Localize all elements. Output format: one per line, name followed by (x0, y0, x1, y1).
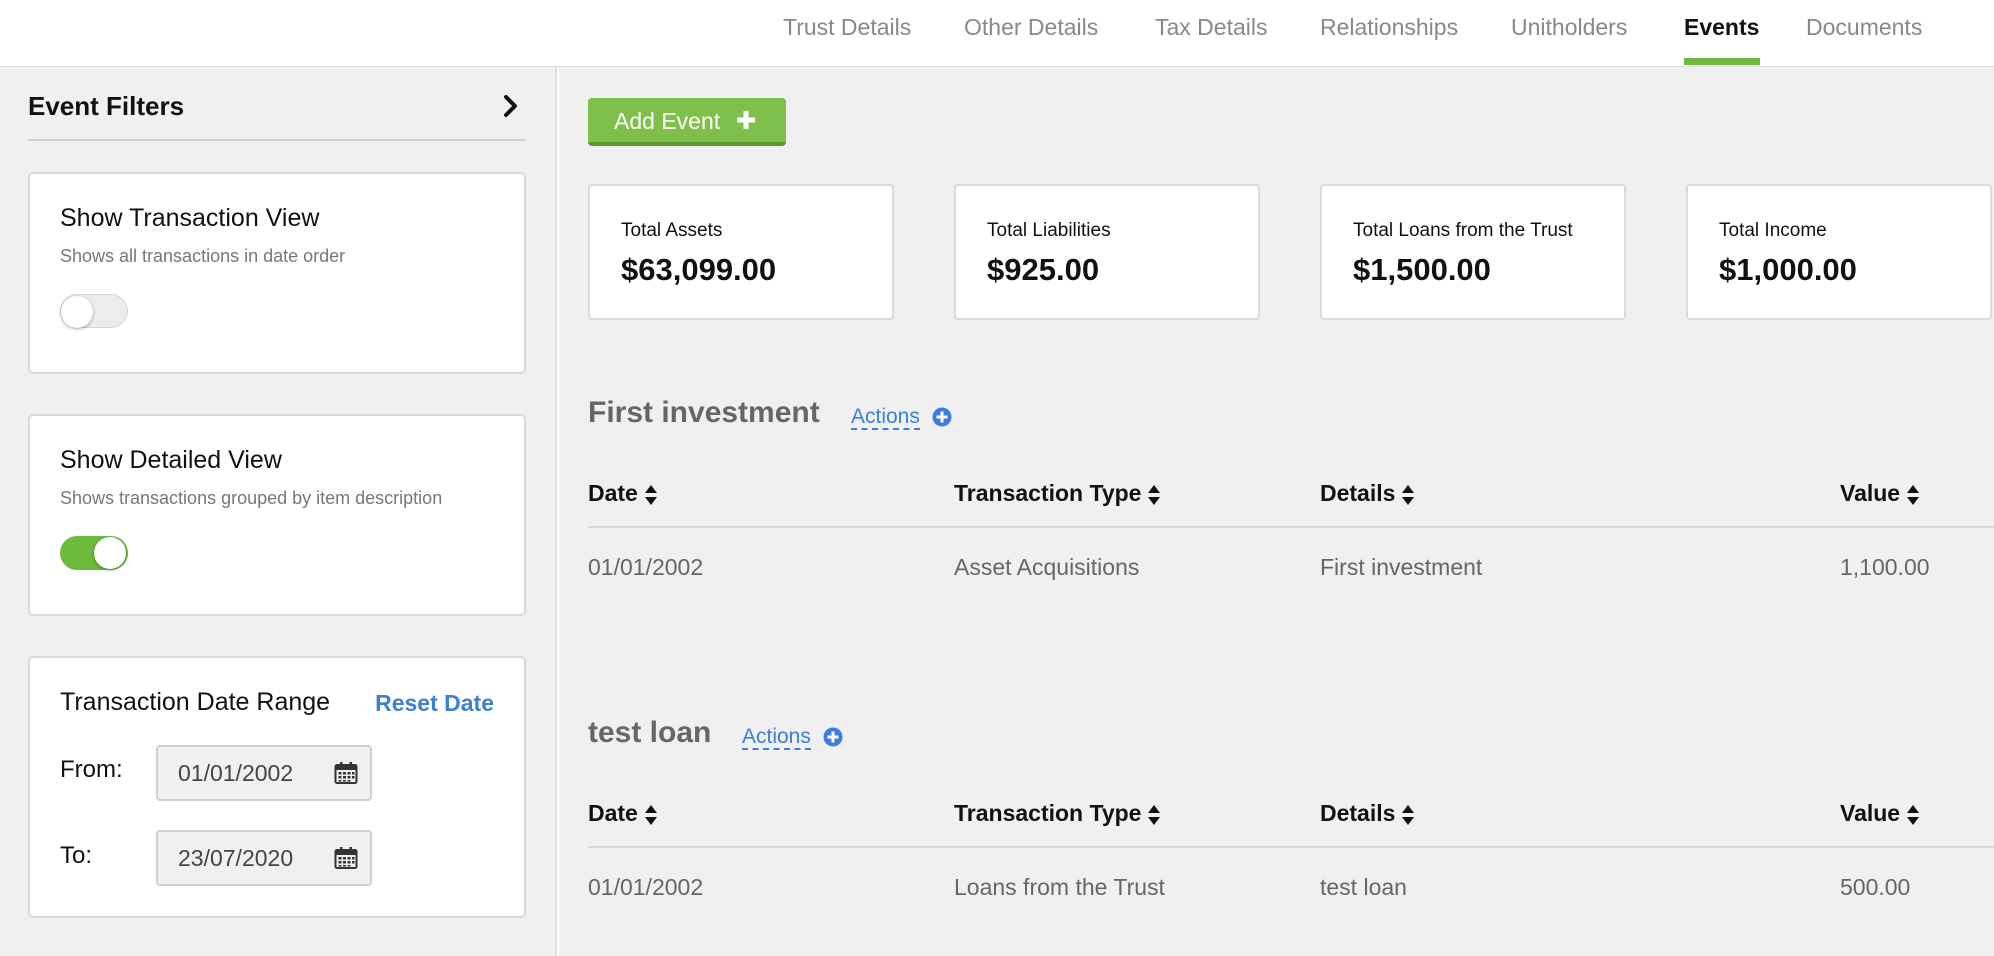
tab-unitholders[interactable]: Unitholders (1511, 14, 1627, 41)
transaction-view-card: Show Transaction View Shows all transact… (28, 172, 526, 374)
table-header-divider (588, 846, 1994, 848)
transaction-view-subtitle: Shows all transactions in date order (60, 246, 346, 266)
stat-card-total-income: Total Income $1,000.00 (1686, 184, 1992, 320)
tab-documents[interactable]: Documents (1806, 14, 1922, 41)
column-header-label: Transaction Type (954, 800, 1142, 826)
tab-events[interactable]: Events (1684, 14, 1759, 41)
sort-icon (1148, 484, 1161, 505)
column-header-label: Details (1320, 480, 1396, 506)
toggle-knob (94, 537, 126, 569)
column-header-details[interactable]: Details (1320, 480, 1415, 507)
column-header-label: Value (1840, 800, 1901, 826)
filters-header: Event Filters (28, 87, 526, 141)
cell-details: First investment (1320, 554, 1483, 580)
cell-date: 01/01/2002 (588, 554, 704, 580)
section-title: First investment (588, 396, 820, 429)
sort-icon (1402, 484, 1415, 505)
tab-trust-details[interactable]: Trust Details (783, 14, 911, 41)
transaction-view-toggle[interactable] (60, 294, 128, 328)
stat-label: Total Income (1719, 220, 1827, 241)
stat-label: Total Loans from the Trust (1353, 220, 1573, 241)
to-date-input[interactable]: 23/07/2020 (156, 830, 372, 886)
column-header-transaction-type[interactable]: Transaction Type (954, 800, 1161, 827)
plus-circle-icon[interactable] (932, 407, 952, 427)
column-header-label: Date (588, 800, 638, 826)
sort-icon (1907, 804, 1920, 825)
cell-transaction-type: Loans from the Trust (954, 874, 1165, 900)
events-main-panel: Add Event Total Assets $63,099.00 Total … (559, 67, 1994, 956)
detailed-view-toggle[interactable] (60, 536, 128, 570)
actions-link[interactable]: Actions (851, 406, 920, 430)
from-date-input[interactable]: 01/01/2002 (156, 745, 372, 801)
stat-card-total-liabilities: Total Liabilities $925.00 (954, 184, 1260, 320)
detailed-view-title: Show Detailed View (60, 446, 282, 474)
cell-value: 1,100.00 (1840, 554, 1930, 580)
tab-relationships[interactable]: Relationships (1320, 14, 1458, 41)
column-header-details[interactable]: Details (1320, 800, 1415, 827)
column-header-value[interactable]: Value (1840, 800, 1920, 827)
column-header-date[interactable]: Date (588, 480, 658, 507)
sort-icon (1907, 484, 1920, 505)
plus-circle-icon[interactable] (823, 727, 843, 747)
toggle-knob (61, 296, 93, 328)
detailed-view-card: Show Detailed View Shows transactions gr… (28, 414, 526, 616)
column-header-label: Value (1840, 480, 1901, 506)
column-header-transaction-type[interactable]: Transaction Type (954, 480, 1161, 507)
stat-value: $63,099.00 (621, 252, 777, 287)
tab-tax-details[interactable]: Tax Details (1155, 14, 1267, 41)
column-header-label: Transaction Type (954, 480, 1142, 506)
stat-label: Total Liabilities (987, 220, 1111, 241)
calendar-icon[interactable] (334, 761, 358, 785)
sort-icon (1148, 804, 1161, 825)
sort-icon (644, 484, 657, 505)
top-navigation: Trust Details Other Details Tax Details … (0, 0, 1994, 67)
tab-other-details[interactable]: Other Details (964, 14, 1098, 41)
cell-transaction-type: Asset Acquisitions (954, 554, 1140, 580)
add-event-label: Add Event (614, 108, 721, 134)
stat-value: $1,000.00 (1719, 252, 1857, 287)
from-label: From: (60, 756, 123, 783)
plus-icon (737, 111, 755, 129)
date-range-title: Transaction Date Range (60, 688, 331, 716)
stat-label: Total Assets (621, 220, 723, 241)
stat-card-total-loans: Total Loans from the Trust $1,500.00 (1320, 184, 1626, 320)
date-range-card: Transaction Date Range Reset Date From: … (28, 656, 526, 918)
transaction-view-title: Show Transaction View (60, 204, 320, 232)
table-header-divider (588, 526, 1994, 528)
column-header-date[interactable]: Date (588, 800, 658, 827)
column-header-value[interactable]: Value (1840, 480, 1920, 507)
event-filters-sidebar: Event Filters Show Transaction View Show… (0, 67, 557, 956)
reset-date-link[interactable]: Reset Date (375, 690, 494, 717)
chevron-right-icon[interactable] (498, 87, 524, 125)
calendar-icon[interactable] (334, 846, 358, 870)
actions-link[interactable]: Actions (742, 726, 811, 750)
cell-details: test loan (1320, 874, 1407, 900)
filters-title: Event Filters (28, 91, 185, 121)
stat-value: $1,500.00 (1353, 252, 1491, 287)
add-event-button[interactable]: Add Event (588, 98, 786, 146)
stat-card-total-assets: Total Assets $63,099.00 (588, 184, 894, 320)
cell-date: 01/01/2002 (588, 874, 704, 900)
column-header-label: Details (1320, 800, 1396, 826)
from-date-value: 01/01/2002 (178, 760, 294, 786)
section-title: test loan (588, 716, 712, 749)
cell-value: 500.00 (1840, 874, 1911, 900)
active-tab-indicator (1684, 58, 1760, 65)
to-label: To: (60, 842, 93, 869)
detailed-view-subtitle: Shows transactions grouped by item descr… (60, 488, 443, 508)
sort-icon (644, 804, 657, 825)
sort-icon (1402, 804, 1415, 825)
column-header-label: Date (588, 480, 638, 506)
to-date-value: 23/07/2020 (178, 845, 294, 871)
stat-value: $925.00 (987, 252, 1100, 287)
